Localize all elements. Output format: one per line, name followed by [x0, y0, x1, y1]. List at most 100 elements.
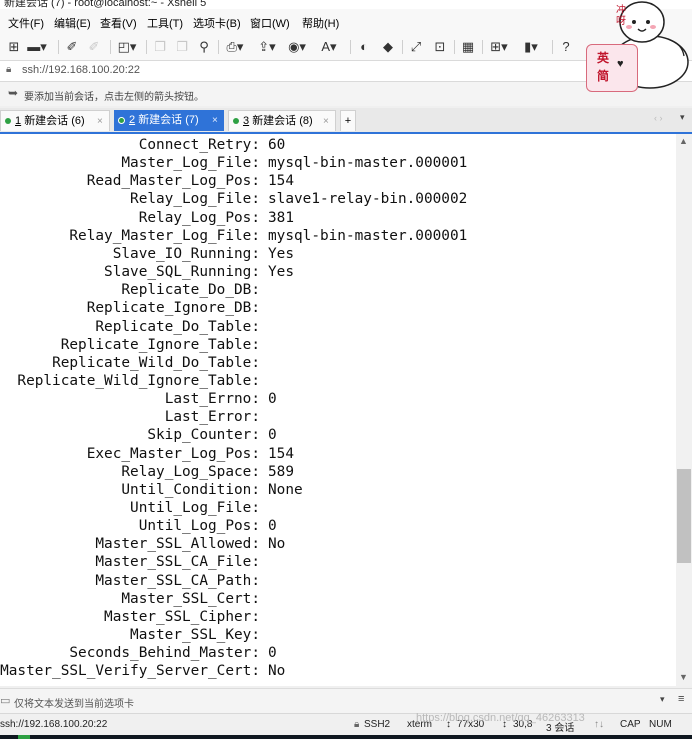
print-icon[interactable]: ⎙▾: [224, 39, 246, 55]
toolbar-divider: [110, 40, 111, 54]
menu-window[interactable]: 窗口(W): [250, 15, 290, 31]
properties-icon[interactable]: ◰▾: [116, 39, 138, 55]
toolbar-divider: [146, 40, 147, 54]
tab-list-icon[interactable]: ▾: [680, 112, 685, 123]
layout-icon[interactable]: ▮▾: [520, 39, 542, 55]
reconnect-icon[interactable]: ✐: [64, 39, 80, 55]
fullscreen-icon[interactable]: ⤢: [408, 39, 424, 55]
terminal-row-key: Master_SSL_Cipher:: [0, 608, 260, 626]
add-tab-button[interactable]: +: [340, 110, 356, 131]
scroll-up-icon[interactable]: ▲: [679, 136, 688, 146]
toolbar-divider: [454, 40, 455, 54]
terminal-row-value: [268, 299, 668, 317]
menu-file[interactable]: 文件(F): [8, 15, 44, 31]
close-tab-icon[interactable]: ×: [323, 111, 329, 132]
terminal-values: 60 mysql-bin-master.000001 154 slave1-relay…: [268, 134, 668, 686]
status-bar: ssh://192.168.100.20:22 🔒︎ SSH2 xterm ↕ …: [0, 713, 692, 736]
close-tab-icon[interactable]: ×: [212, 110, 218, 131]
scroll-down-icon[interactable]: ▼: [679, 672, 688, 682]
compose-bar[interactable]: ▭ 仅将文本发送到当前选项卡 ▾ ≡: [0, 688, 692, 713]
terminal-row-key: Replicate_Do_DB:: [0, 281, 260, 299]
status-field-name: Connect_Retry:: [138, 137, 260, 153]
menu-tabs[interactable]: 选项卡(B): [193, 15, 241, 31]
terminal-row-value: None: [268, 481, 668, 499]
terminal-row-key: Replicate_Ignore_DB:: [0, 299, 260, 317]
tab-label: 新建会话 (7): [138, 114, 199, 126]
status-field-name: Relay_Master_Log_File:: [69, 227, 260, 244]
status-field-name: Relay_Log_Pos:: [138, 209, 260, 226]
status-field-name: Master_SSL_CA_File:: [95, 554, 260, 571]
tab-session-7[interactable]: 2 新建会话 (7) ×: [114, 110, 224, 131]
font-icon[interactable]: A▾: [318, 39, 340, 55]
terminal-row-value: [268, 499, 668, 517]
xftp-icon[interactable]: ◐: [356, 39, 372, 55]
terminal-row-key: Master_SSL_CA_File:: [0, 553, 260, 571]
status-field-value: Yes: [268, 245, 294, 262]
toolbar-divider: [58, 40, 59, 54]
keyboard-icon[interactable]: ▦: [460, 39, 476, 55]
help-icon[interactable]: ?: [558, 39, 574, 55]
terminal-row-value: [268, 408, 668, 426]
disconnect-icon[interactable]: ✐: [86, 39, 102, 55]
session-hint-text: 要添加当前会话，点击左侧的箭头按钮。: [24, 92, 204, 103]
terminal-keys: Connect_Retry: Master_Log_File: Read_Maste…: [0, 134, 260, 686]
status-field-name: Master_SSL_Key:: [130, 627, 260, 644]
ime-shirt-icon: ♥: [617, 58, 624, 70]
status-num: NUM: [649, 719, 672, 730]
terminal-row-key: Replicate_Wild_Ignore_Table:: [0, 372, 260, 390]
tab-session-6[interactable]: 1 新建会话 (6) ×: [0, 110, 110, 131]
terminal-row-value: 0: [268, 517, 668, 535]
address-url: ssh://192.168.100.20:22: [22, 64, 141, 76]
scrollbar-thumb[interactable]: [677, 469, 691, 563]
menu-help[interactable]: 帮助(H): [302, 15, 339, 31]
terminal-output[interactable]: Connect_Retry: Master_Log_File: Read_Maste…: [0, 134, 676, 686]
add-session-arrow-icon[interactable]: ➥: [8, 86, 18, 100]
compose-icon[interactable]: ▭: [0, 694, 10, 707]
terminal-row-key: Slave_IO_Running:: [0, 245, 260, 263]
terminal-row-key: Until_Log_File:: [0, 499, 260, 517]
tab-index: 2: [129, 114, 136, 126]
new-tab-icon[interactable]: ⊞▾: [488, 39, 510, 55]
compose-dropdown-icon[interactable]: ▾: [660, 694, 665, 705]
compose-menu-icon[interactable]: ≡: [678, 693, 684, 705]
terminal-row-key: Slave_SQL_Running:: [0, 263, 260, 281]
find-icon[interactable]: ⚲: [196, 39, 212, 55]
close-tab-icon[interactable]: ×: [97, 111, 103, 132]
toolbar-divider: [402, 40, 403, 54]
status-caps: CAP: [620, 719, 641, 730]
status-field-name: Last_Error:: [164, 409, 260, 426]
script-icon[interactable]: ◆: [380, 39, 396, 55]
paste-icon[interactable]: ❐: [174, 39, 190, 55]
menu-tools[interactable]: 工具(T): [147, 15, 183, 31]
status-field-value: 154: [268, 173, 294, 190]
toolbar-divider: [218, 40, 219, 54]
menu-edit[interactable]: 编辑(E): [54, 15, 91, 31]
tab-scroll-left-icon[interactable]: ‹ ›: [654, 113, 663, 123]
status-field-value: 589: [268, 463, 294, 480]
copy-icon[interactable]: ❐: [152, 39, 168, 55]
taskbar-strip: [0, 735, 692, 739]
terminal-row-key: Relay_Log_File:: [0, 190, 260, 208]
terminal-row-key: Relay_Master_Log_File:: [0, 227, 260, 245]
menu-view[interactable]: 查看(V): [100, 15, 137, 31]
terminal-row-key: Last_Errno:: [0, 390, 260, 408]
terminal-row-key: Replicate_Wild_Do_Table:: [0, 354, 260, 372]
status-dot-icon: [5, 118, 11, 125]
new-session-icon[interactable]: ⊞: [6, 39, 22, 55]
tab-session-8[interactable]: 3 新建会话 (8) ×: [228, 110, 336, 131]
ssh-lock-icon: 🔒︎: [354, 719, 360, 730]
terminal-row-key: Master_SSL_Allowed:: [0, 535, 260, 553]
terminal-row-value: 589: [268, 463, 668, 481]
lock-icon[interactable]: ⊡: [432, 39, 448, 55]
status-field-name: Relay_Log_Space:: [121, 463, 260, 480]
ime-indicator[interactable]: 英 简 ♥: [586, 44, 638, 92]
status-field-name: Until_Log_Pos:: [138, 518, 260, 535]
status-field-value: 154: [268, 445, 294, 462]
window-title: 新建会话 (7) - root@localhost:~ - Xshell 5: [4, 0, 207, 9]
terminal-scrollbar[interactable]: ▲ ▼: [676, 134, 692, 686]
open-folder-icon[interactable]: ▬▾: [27, 39, 47, 55]
transfer-icon[interactable]: ⇪▾: [256, 39, 278, 55]
status-field-value: None: [268, 481, 303, 498]
status-field-value: mysql-bin-master.000001: [268, 227, 468, 244]
globe-icon[interactable]: ◉▾: [286, 39, 308, 55]
